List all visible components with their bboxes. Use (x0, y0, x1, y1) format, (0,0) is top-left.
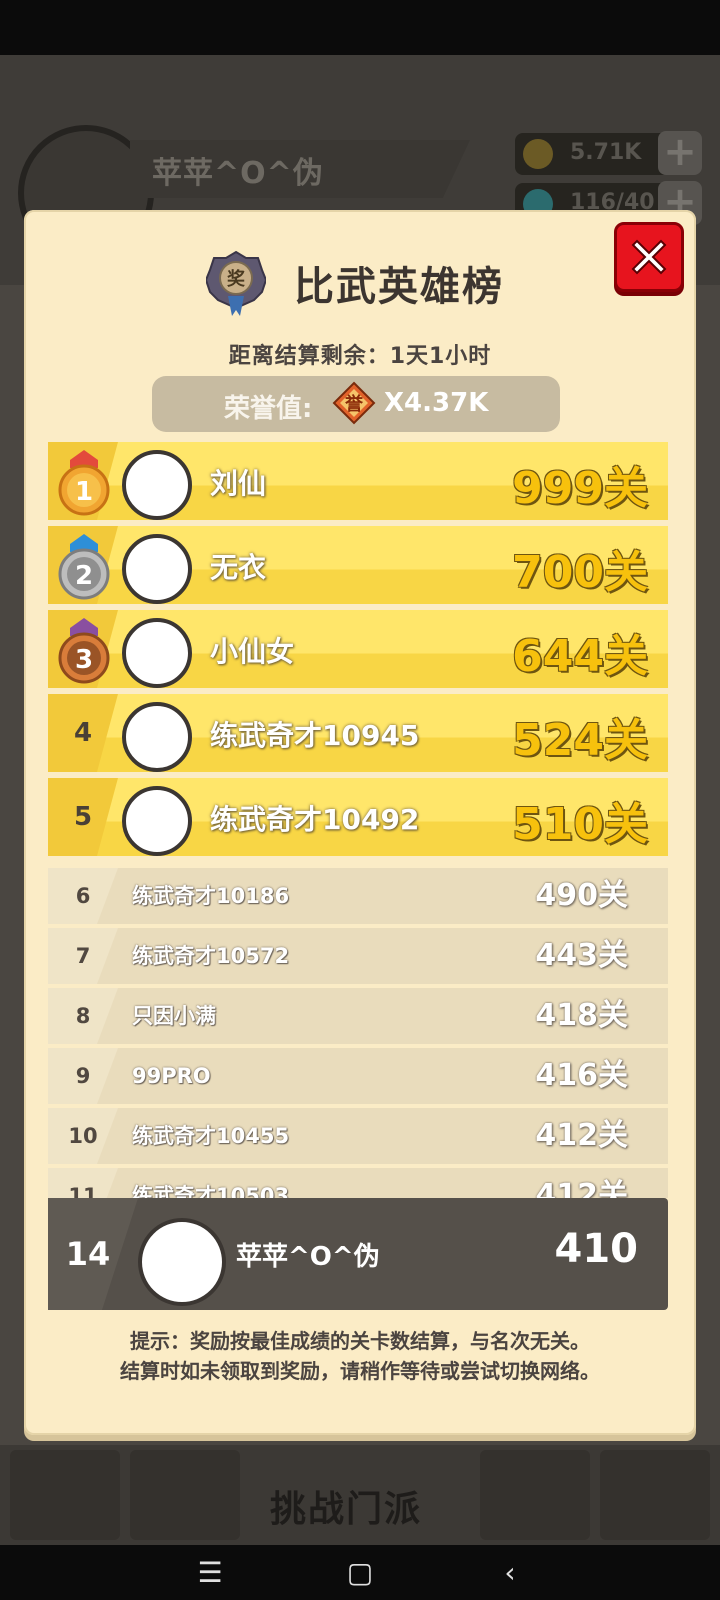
rank-number: 6 (75, 884, 91, 908)
avatar (122, 618, 192, 688)
home-icon[interactable]: ▢ (340, 1555, 380, 1591)
player-score: 524关 (512, 715, 648, 766)
player-name: 无衣 (210, 551, 267, 584)
gold-value: 5.71K (570, 140, 642, 165)
rank-number: 5 (73, 802, 93, 832)
svg-text:誉: 誉 (345, 393, 364, 415)
my-player-name: 苹苹^O^伪 (236, 1242, 380, 1272)
ranking-row-top[interactable]: 2 无衣 700关 (48, 526, 668, 604)
ranking-row-top[interactable]: 1 刘仙 999关 (48, 442, 668, 520)
ranking-row-top[interactable]: 5 练武奇才10492 510关 (48, 778, 668, 856)
avatar (122, 702, 192, 772)
background-challenge-label: 挑战门派 (270, 1489, 423, 1530)
table-row[interactable]: 6 练武奇才10186 490关 (48, 868, 668, 924)
svg-text:3: 3 (75, 645, 93, 675)
table-row[interactable]: 10 练武奇才10455 412关 (48, 1108, 668, 1164)
honor-label: 荣誉值: (224, 394, 313, 424)
player-name: 只因小满 (132, 1004, 216, 1028)
background-gold-counter: 5.71K + (515, 131, 702, 175)
rank-number: 9 (75, 1064, 91, 1088)
player-score: 412关 (535, 1118, 628, 1153)
add-gold-button[interactable]: + (658, 131, 702, 175)
ranking-row-top[interactable]: 4 练武奇才10945 524关 (48, 694, 668, 772)
player-score: 700关 (512, 547, 648, 598)
player-name: 练武奇才10186 (132, 884, 290, 908)
navigation-bar: ☰ ▢ ‹ (0, 1545, 720, 1600)
player-score: 490关 (535, 878, 628, 913)
leaderboard-modal: 奖 比武英雄榜 距离结算剩余：1天1小时 荣誉值: 誉 X4.37K 1 刘仙 … (24, 210, 696, 1435)
svg-text:奖: 奖 (227, 268, 246, 290)
settlement-countdown: 距离结算剩余：1天1小时 (228, 344, 492, 369)
gold-medal-icon: 1 (58, 450, 110, 516)
rank-number: 11 (68, 1184, 98, 1198)
avatar (138, 1218, 226, 1306)
player-name: 99PRO (132, 1064, 211, 1088)
player-name: 刘仙 (210, 467, 267, 500)
ranking-row-top[interactable]: 3 小仙女 644关 (48, 610, 668, 688)
player-score: 644关 (512, 631, 648, 682)
my-player-score: 410 (554, 1226, 639, 1272)
modal-title: 比武英雄榜 (294, 264, 504, 310)
tip-line-2: 结算时如未领取到奖励，请稍作等待或尝试切换网络。 (120, 1359, 600, 1383)
player-name: 练武奇才10492 (210, 803, 420, 836)
rank-number: 8 (75, 1004, 91, 1028)
player-score: 510关 (512, 799, 648, 850)
table-row[interactable]: 7 练武奇才10572 443关 (48, 928, 668, 984)
close-icon (631, 239, 667, 275)
player-name: 练武奇才10945 (210, 719, 420, 752)
rank-number: 7 (75, 944, 91, 968)
background-task-button[interactable] (10, 1450, 120, 1540)
my-ranking-row: 14 苹苹^O^伪 410 (48, 1198, 668, 1310)
tip-text: 提示：奖励按最佳成绩的关卡数结算，与名次无关。 结算时如未领取到奖励，请稍作等待… (24, 1326, 696, 1386)
my-rank-number: 14 (65, 1235, 111, 1273)
rank-number: 10 (68, 1124, 98, 1148)
menu-icon[interactable]: ☰ (190, 1555, 230, 1591)
honor-token-icon: 誉 (332, 381, 376, 425)
svg-text:1: 1 (75, 477, 93, 507)
bronze-medal-icon: 3 (58, 618, 110, 684)
background-collect-button[interactable] (600, 1450, 710, 1540)
player-name: 练武奇才10503 (132, 1184, 290, 1198)
back-icon[interactable]: ‹ (490, 1555, 530, 1591)
honor-value: X4.37K (384, 388, 489, 418)
table-row[interactable]: 9 99PRO 416关 (48, 1048, 668, 1104)
close-button[interactable] (614, 222, 684, 292)
honor-bar: 荣誉值: 誉 X4.37K (152, 376, 560, 432)
background-player-name: 苹苹^O^伪 (152, 156, 324, 191)
avatar (122, 534, 192, 604)
avatar (122, 450, 192, 520)
coin-icon (523, 139, 553, 169)
award-badge-icon: 奖 (206, 250, 266, 316)
status-bar (0, 0, 720, 55)
ranking-scroll-list[interactable]: 6 练武奇才10186 490关 7 练武奇才10572 443关 8 只因小满… (48, 868, 668, 1198)
player-name: 练武奇才10572 (132, 944, 290, 968)
background-hall-button[interactable] (480, 1450, 590, 1540)
player-score: 443关 (535, 938, 628, 973)
player-score: 999关 (512, 463, 648, 514)
silver-medal-icon: 2 (58, 534, 110, 600)
background-cultivate-button[interactable] (130, 1450, 240, 1540)
modal-header: 奖 比武英雄榜 (24, 240, 696, 320)
tip-line-1: 提示：奖励按最佳成绩的关卡数结算，与名次无关。 (130, 1329, 590, 1353)
svg-text:2: 2 (75, 561, 93, 591)
player-score: 412关 (535, 1178, 628, 1198)
player-score: 418关 (535, 998, 628, 1033)
player-name: 练武奇才10455 (132, 1124, 290, 1148)
avatar (122, 786, 192, 856)
table-row[interactable]: 11 练武奇才10503 412关 (48, 1168, 668, 1198)
table-row[interactable]: 8 只因小满 418关 (48, 988, 668, 1044)
player-score: 416关 (535, 1058, 628, 1093)
player-name: 小仙女 (210, 635, 295, 668)
rank-number: 4 (73, 718, 93, 748)
